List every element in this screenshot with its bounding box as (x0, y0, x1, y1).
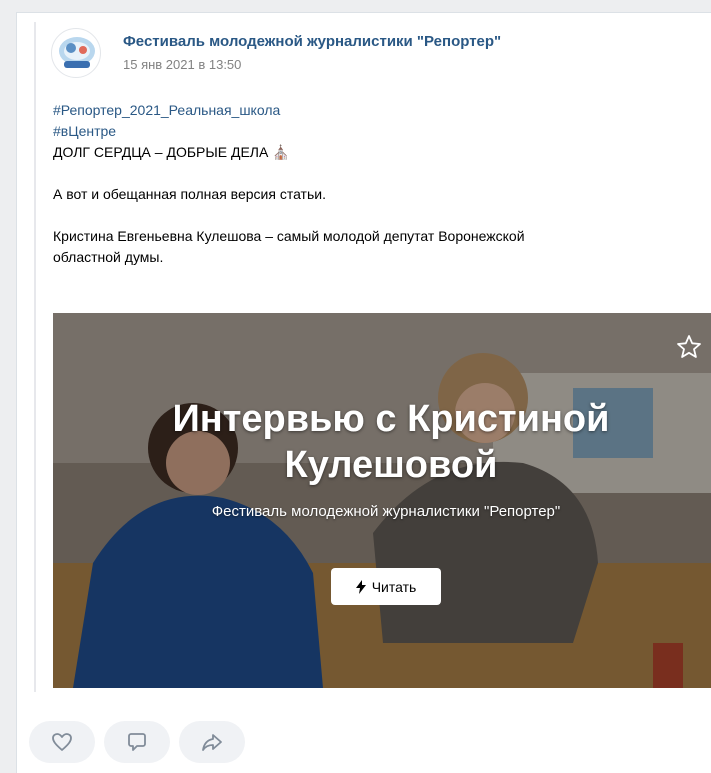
comment-button[interactable] (104, 721, 170, 763)
post-text: #Репортер_2021_Реальная_школа #вЦентре Д… (53, 100, 673, 268)
post-headline: ДОЛГ СЕРДЦА – ДОБРЫЕ ДЕЛА (53, 144, 269, 160)
post-author-link[interactable]: Фестиваль молодежной журналистики "Репор… (123, 33, 501, 50)
bolt-icon (355, 579, 366, 594)
like-button[interactable] (29, 721, 95, 763)
read-button-label: Читать (371, 578, 417, 595)
share-button[interactable] (179, 721, 245, 763)
star-icon[interactable] (675, 333, 703, 361)
church-emoji-icon: ⛪ (272, 144, 290, 160)
post-paragraph: Кристина Евгеньевна Кулешова – самый мол… (53, 228, 525, 244)
comment-icon (128, 733, 146, 751)
cover-shade (53, 313, 711, 688)
hashtag-link[interactable]: #вЦентре (53, 121, 673, 142)
read-button[interactable]: Читать (331, 568, 441, 605)
share-icon (202, 734, 222, 751)
post-paragraph: областной думы. (53, 249, 164, 265)
hashtag-link[interactable]: #Репортер_2021_Реальная_школа (53, 100, 673, 121)
heart-icon (52, 733, 72, 751)
article-source: Фестиваль молодежной журналистики "Репор… (211, 503, 561, 520)
group-avatar[interactable] (51, 28, 101, 78)
article-title-line: Интервью с Кристиной (172, 398, 610, 440)
article-title: Интервью с Кристиной Кулешовой (53, 396, 711, 488)
article-snippet[interactable]: Интервью с Кристиной Кулешовой Фестиваль… (53, 313, 711, 688)
post-text-line: ДОЛГ СЕРДЦА – ДОБРЫЕ ДЕЛА ⛪ (53, 142, 673, 163)
post-date[interactable]: 15 янв 2021 в 13:50 (123, 57, 241, 72)
thread-line (34, 22, 36, 692)
post-paragraph: А вот и обещанная полная версия статьи. (53, 186, 326, 202)
article-title-line: Кулешовой (284, 444, 498, 486)
